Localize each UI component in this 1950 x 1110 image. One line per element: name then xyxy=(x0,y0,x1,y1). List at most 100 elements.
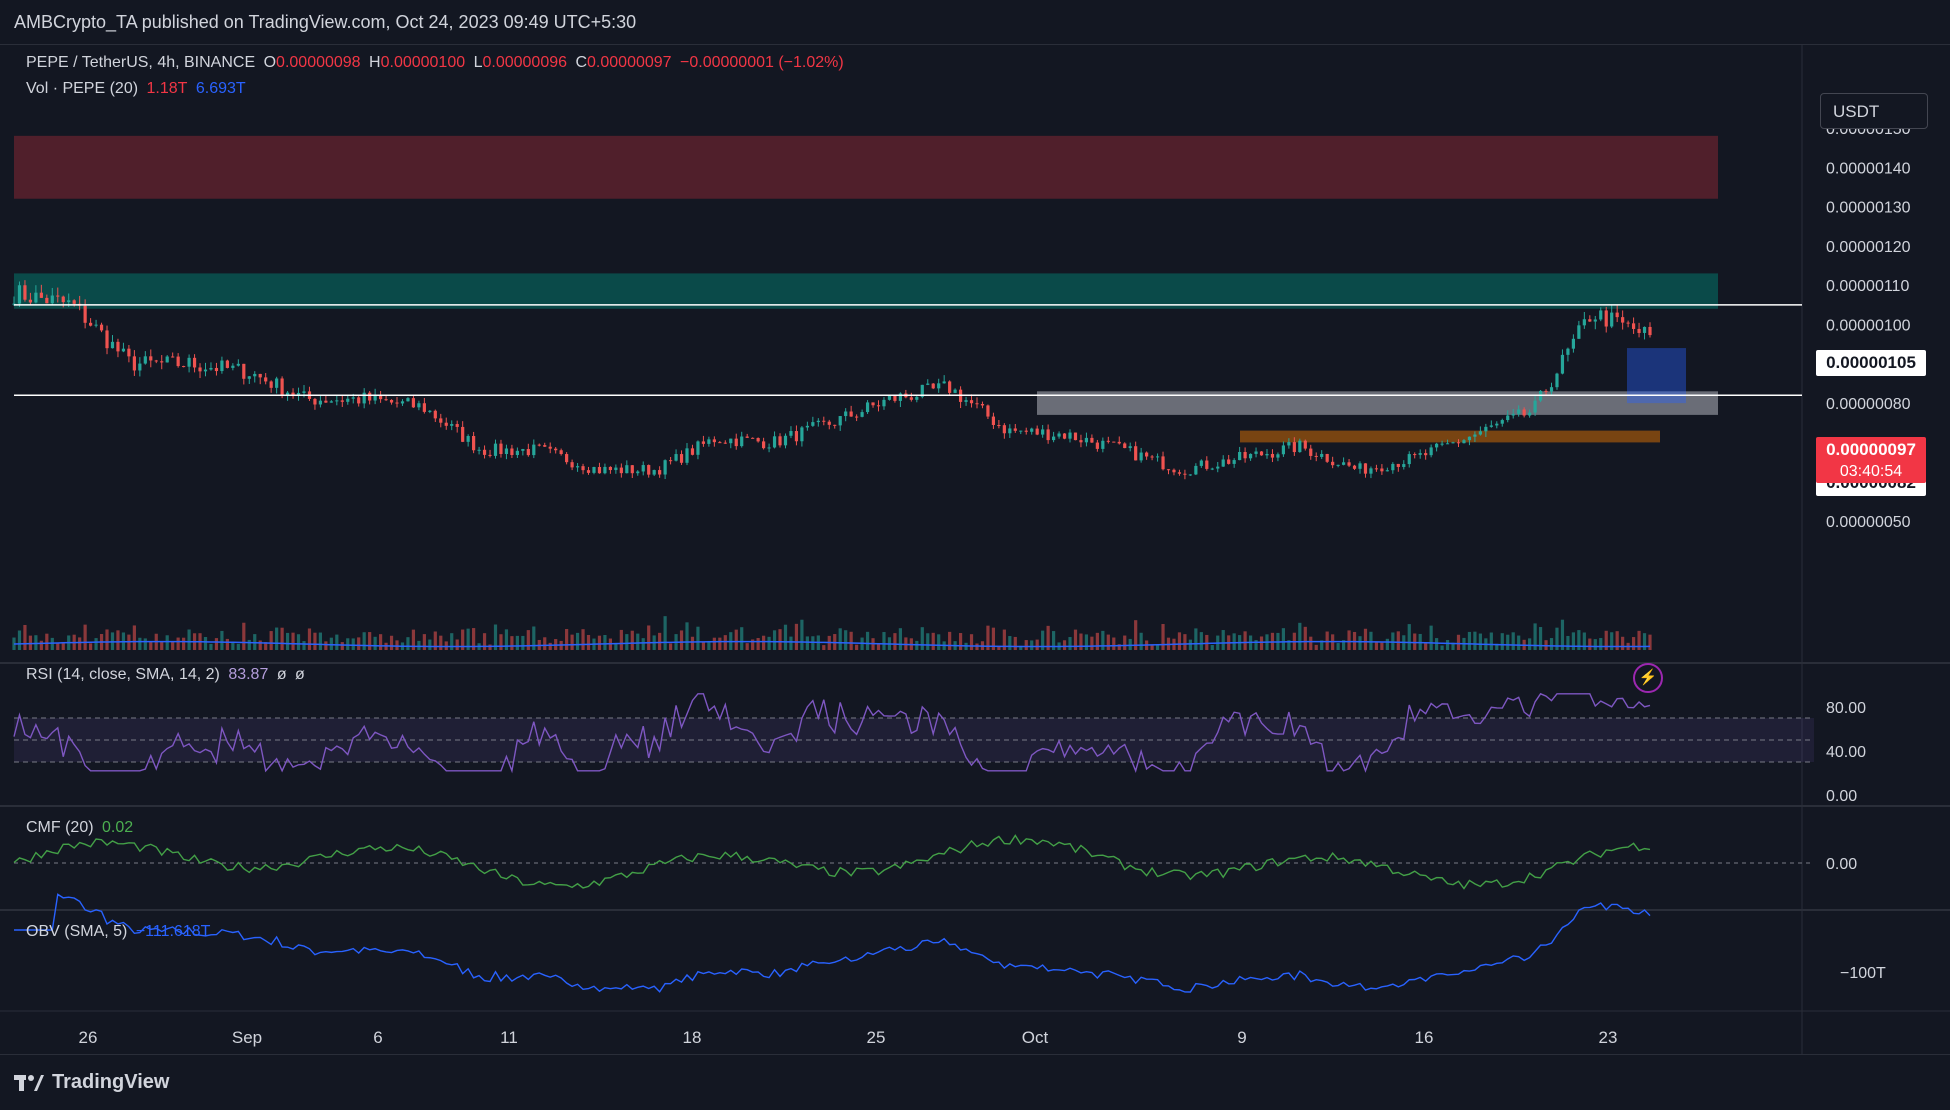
candle-body xyxy=(1369,468,1373,474)
candle-body xyxy=(1314,455,1318,457)
candle-body xyxy=(1090,437,1094,443)
volume-bar xyxy=(1511,632,1515,650)
volume-bar xyxy=(745,643,749,650)
volume-bar xyxy=(1079,633,1083,650)
candle-body xyxy=(28,299,33,303)
candle-body xyxy=(1117,441,1121,444)
volume-bar xyxy=(1008,636,1012,650)
candle-body xyxy=(1221,459,1225,467)
volume-bar xyxy=(1062,640,1067,650)
candle-body xyxy=(83,305,87,323)
candle-body xyxy=(72,300,76,304)
volume-bar xyxy=(1369,631,1373,650)
rsi-pane: 80.00 40.00 0.00 xyxy=(13,692,1866,805)
tv-logo-icon xyxy=(14,1073,44,1093)
volume-bar xyxy=(269,631,273,650)
volume-bar xyxy=(1303,626,1307,650)
candle-body xyxy=(1391,463,1395,471)
candle-body xyxy=(926,383,930,385)
candle-body xyxy=(1139,452,1143,461)
volume-bar xyxy=(357,637,361,650)
volume-bar xyxy=(1112,637,1116,650)
candle-body xyxy=(991,416,996,425)
volume-bar xyxy=(723,635,727,650)
candle-body xyxy=(882,399,886,407)
candle-body xyxy=(143,356,147,364)
candle-body xyxy=(1057,433,1061,437)
volume-bar xyxy=(50,637,54,650)
volume-bar xyxy=(800,619,804,650)
cmf-pane: 0.00 xyxy=(13,834,1857,890)
lightning-icon[interactable]: ⚡ xyxy=(1633,663,1663,693)
tradingview-logo[interactable]: TradingView xyxy=(14,1071,169,1094)
candle-body xyxy=(1325,453,1329,462)
candle-body xyxy=(198,367,202,372)
volume-value: 1.18T xyxy=(146,80,188,97)
volume-bar xyxy=(34,635,38,650)
chart-canvas[interactable]: 80.0040.000.00 0.00 −100T 0.000001500.00… xyxy=(0,45,1950,1055)
volume-bar xyxy=(521,635,525,650)
volume-layer xyxy=(12,616,1652,650)
volume-bar xyxy=(1155,645,1160,650)
candle-body xyxy=(428,410,432,412)
volume-bar xyxy=(794,623,799,650)
candle-body xyxy=(674,454,678,461)
candle-body xyxy=(794,431,799,442)
candle-body xyxy=(1648,326,1652,336)
candle-body xyxy=(182,366,186,368)
high-label: H xyxy=(369,54,381,71)
candle-body xyxy=(647,465,651,475)
candle-body xyxy=(915,396,919,400)
obv-value: −111.618T xyxy=(135,923,211,940)
candle-body xyxy=(1254,451,1258,454)
candle-body xyxy=(658,470,662,475)
volume-label: Vol · PEPE (20) xyxy=(26,80,139,97)
candle-body xyxy=(1062,433,1067,439)
candle-body xyxy=(1495,423,1499,426)
volume-bar xyxy=(948,631,952,650)
volume-bar xyxy=(636,633,640,650)
volume-bar xyxy=(504,629,509,650)
volume-bar xyxy=(510,636,514,650)
footer: TradingView xyxy=(0,1054,1950,1110)
candle-body xyxy=(1199,460,1203,466)
candle-body xyxy=(1418,453,1422,455)
candle-body xyxy=(165,356,169,363)
volume-bar xyxy=(1506,634,1510,650)
volume-bar xyxy=(1478,633,1482,650)
volume-bar xyxy=(368,632,372,650)
candle-body xyxy=(149,356,153,361)
volume-bar xyxy=(581,629,585,650)
candle-body xyxy=(23,285,27,300)
volume-bar xyxy=(931,632,935,650)
candle-body xyxy=(357,397,361,404)
candle-body xyxy=(346,398,350,402)
candle-body xyxy=(1276,454,1280,458)
candle-body xyxy=(783,435,788,446)
candle-body xyxy=(537,444,541,446)
candle-body xyxy=(1626,322,1630,324)
publish-header: AMBCrypto_TA published on TradingView.co… xyxy=(0,0,1950,44)
chart-frame[interactable]: 80.0040.000.00 0.00 −100T 0.000001500.00… xyxy=(0,44,1950,1055)
candle-body xyxy=(1385,470,1389,472)
volume-bar xyxy=(373,636,377,650)
volume-bar xyxy=(329,637,333,650)
volume-bar xyxy=(865,631,870,650)
volume-bar xyxy=(1188,639,1192,650)
close-label: C xyxy=(575,54,588,71)
candle-body xyxy=(1549,387,1554,392)
volume-bar xyxy=(45,633,49,650)
volume-bar xyxy=(920,627,924,650)
candle-body xyxy=(1631,323,1636,329)
candle-body xyxy=(1210,468,1214,470)
price-tick: 0.00000050 xyxy=(1826,514,1911,531)
currency-button[interactable]: USDT xyxy=(1820,93,1928,129)
candle-body xyxy=(1183,473,1187,475)
volume-bar xyxy=(214,638,219,650)
candle-body xyxy=(1413,454,1417,456)
candle-body xyxy=(1051,436,1056,441)
volume-bar xyxy=(318,632,323,650)
candle-body xyxy=(1478,431,1482,435)
volume-bar xyxy=(1068,637,1072,650)
candle-body xyxy=(1615,312,1619,318)
